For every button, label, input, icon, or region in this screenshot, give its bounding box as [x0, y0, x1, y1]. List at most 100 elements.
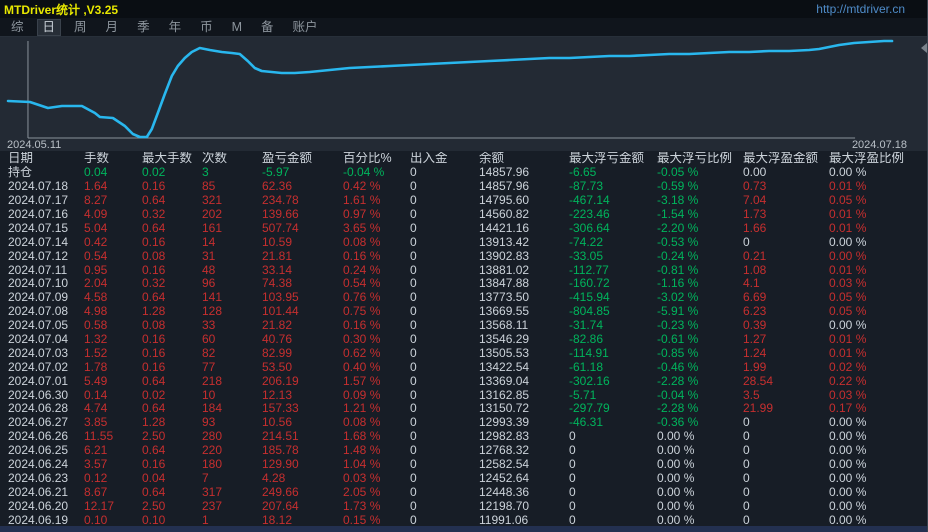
menu-tab-月[interactable]: 月 [101, 20, 124, 35]
table-cell: 1.66 [743, 221, 767, 235]
table-cell: 1.99 [743, 360, 767, 374]
table-cell: 0.64 [142, 194, 166, 208]
table-cell: 0.00 % [657, 513, 695, 527]
table-cell: 82.99 [262, 346, 293, 360]
table-cell: 0.00 % [657, 471, 695, 485]
table-cell: 0 [410, 235, 417, 249]
table-cell: 0.01 % [829, 263, 867, 277]
menu-tab-币[interactable]: 币 [195, 20, 218, 35]
table-cell: 40.76 [262, 333, 293, 347]
menu-tab-周[interactable]: 周 [69, 20, 92, 35]
table-cell: 141 [202, 291, 223, 305]
table-cell: 1.24 [743, 346, 767, 360]
table-cell: 101.44 [262, 305, 299, 319]
table-cell: 202 [202, 208, 223, 221]
table-cell: 2024.07.08 [8, 305, 69, 319]
table-cell: 0.00 % [829, 499, 867, 513]
table-cell: 0 [743, 430, 750, 444]
equity-chart[interactable]: 2024.05.11 2024.07.18 [0, 37, 927, 151]
table-cell: 0.00 % [657, 444, 695, 458]
table-cell: 2.04 [84, 277, 108, 291]
table-cell: 53.50 [262, 360, 293, 374]
table-row: 2024.06.25 6.21 0.64 220 185.78 1.48 % 0 12768.… [0, 444, 927, 458]
table-cell: 0.30 % [343, 333, 381, 347]
menu-tab-年[interactable]: 年 [164, 20, 187, 35]
table-cell: 2024.07.15 [8, 221, 69, 235]
table-cell: 0.58 [84, 319, 108, 333]
table-row: 2024.06.27 3.85 1.28 93 10.56 0.08 % 0 12993.39… [0, 416, 927, 430]
table-cell: 0 [569, 513, 576, 527]
table-cell: 157.33 [262, 402, 299, 416]
table-cell: 207.64 [262, 499, 299, 513]
table-row: 2024.07.14 0.42 0.16 14 10.59 0.08 % 0 13913.42… [0, 235, 927, 249]
table-cell: 85 [202, 180, 216, 194]
table-cell: 13505.53 [479, 346, 530, 360]
table-cell: -82.86 [569, 333, 604, 347]
table-cell: 2024.07.03 [8, 346, 69, 360]
table-cell: 0 [410, 499, 417, 513]
table-cell: -297.79 [569, 402, 610, 416]
table-cell: 0.54 [84, 249, 108, 263]
mtdriver-link[interactable]: http://mtdriver.cn [816, 2, 905, 16]
table-cell: 0 [410, 444, 417, 458]
table-cell: 0.00 % [657, 458, 695, 472]
table-cell: 5.04 [84, 221, 108, 235]
equity-chart-svg [6, 39, 894, 139]
table-cell: 13162.85 [479, 388, 530, 402]
table-cell: 0 [743, 513, 750, 527]
table-cell: 14421.16 [479, 221, 530, 235]
table-cell: 0.16 [142, 360, 166, 374]
table-row: 持仓 0.04 0.02 3 -5.97 -0.04 % 0 14857.96 -6.65 -0.… [0, 166, 927, 180]
table-cell: 321 [202, 194, 223, 208]
table-cell: -302.16 [569, 374, 610, 388]
table-cell: 0.01 % [829, 346, 867, 360]
table-cell: 13150.72 [479, 402, 530, 416]
table-cell: 13422.54 [479, 360, 530, 374]
table-cell: 0.00 % [829, 458, 867, 472]
menu-tab-账户[interactable]: 账户 [288, 20, 323, 35]
table-cell: -46.31 [569, 416, 604, 430]
table-cell: -3.02 % [657, 291, 699, 305]
table-cell: 0 [410, 416, 417, 430]
menu-tab-M[interactable]: M [227, 20, 247, 35]
table-cell: 0.08 % [343, 416, 381, 430]
table-cell: 0 [410, 194, 417, 208]
table-cell: 0.01 % [829, 333, 867, 347]
table-cell: 4.58 [84, 291, 108, 305]
table-cell: 13546.29 [479, 333, 530, 347]
table-cell: 129.90 [262, 458, 299, 472]
table-cell: 0 [743, 471, 750, 485]
table-cell: 0.42 % [343, 180, 381, 194]
menu-tab-日[interactable]: 日 [37, 19, 61, 35]
table-cell: -0.46 % [657, 360, 699, 374]
table-cell: -5.91 % [657, 305, 699, 319]
table-cell: 0.64 [142, 221, 166, 235]
table-cell: 13847.88 [479, 277, 530, 291]
table-cell: 12768.32 [479, 444, 530, 458]
table-cell: 0.00 % [829, 471, 867, 485]
splitter-handle-icon[interactable] [921, 43, 927, 53]
column-header: 次数 [202, 152, 228, 166]
table-cell: -467.14 [569, 194, 610, 208]
table-row: 2024.07.18 1.64 0.16 85 62.36 0.42 % 0 14857.96… [0, 180, 927, 194]
table-row: 2024.07.12 0.54 0.08 31 21.81 0.16 % 0 13902.83… [0, 249, 927, 263]
table-cell: -223.46 [569, 208, 610, 221]
table-cell: -0.61 % [657, 333, 699, 347]
table-cell: 161 [202, 221, 223, 235]
column-header: 余额 [479, 152, 505, 166]
table-cell: 0.00 % [657, 499, 695, 513]
table-cell: 507.74 [262, 221, 299, 235]
table-cell: 0.95 [84, 263, 108, 277]
table-cell: 0.00 % [829, 319, 867, 333]
equity-line [6, 39, 894, 139]
table-cell: 0 [410, 291, 417, 305]
table-cell: 13369.04 [479, 374, 530, 388]
menu-tab-综[interactable]: 综 [6, 20, 29, 35]
table-cell: 0.17 % [829, 402, 867, 416]
table-cell: 62.36 [262, 180, 293, 194]
table-cell: 14795.60 [479, 194, 530, 208]
table-cell: 0 [410, 208, 417, 221]
table-cell: 0.01 % [829, 221, 867, 235]
menu-tab-备[interactable]: 备 [256, 20, 279, 35]
menu-tab-季[interactable]: 季 [132, 20, 155, 35]
